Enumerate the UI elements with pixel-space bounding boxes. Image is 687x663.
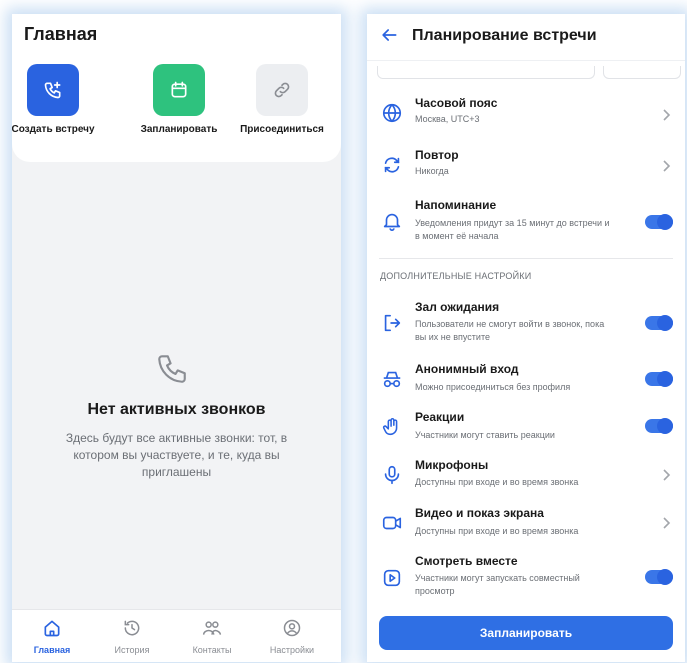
reactions-title: Реакции xyxy=(415,410,465,424)
join-tile[interactable] xyxy=(256,64,308,116)
join-action[interactable]: Присоединиться xyxy=(227,64,337,135)
anonymous-entry-toggle[interactable] xyxy=(645,371,673,387)
reactions-row[interactable]: Реакции Участники могут ставить реакции xyxy=(367,402,685,446)
planning-header: Планирование встречи xyxy=(367,14,685,61)
schedule-label: Запланировать xyxy=(140,124,218,135)
empty-state-title: Нет активных звонков xyxy=(87,401,266,418)
reminder-title: Напоминание xyxy=(415,198,497,212)
chevron-right-icon xyxy=(663,109,671,121)
chevron-right-icon xyxy=(663,160,671,172)
microphones-row[interactable]: Микрофоны Доступны при входе и во время … xyxy=(367,450,685,494)
divider xyxy=(379,258,673,259)
phone-plus-icon xyxy=(44,81,61,99)
page-title: Планирование встречи xyxy=(412,27,597,44)
video-row[interactable]: Видео и показ экрана Доступны при входе … xyxy=(367,498,685,542)
reminder-row[interactable]: Напоминание Уведомления придут за 15 мин… xyxy=(367,192,685,252)
tab-home-label: Главная xyxy=(33,645,71,655)
repeat-icon xyxy=(384,157,400,173)
tab-settings[interactable]: Настройки xyxy=(252,618,332,655)
schedule-tile[interactable] xyxy=(153,64,205,116)
microphones-title: Микрофоны xyxy=(415,458,489,472)
join-label: Присоединиться xyxy=(240,124,324,135)
timezone-row[interactable]: Часовой пояс Москва, UTC+3 xyxy=(367,92,685,136)
home-screen: Главная Создать встречу Запланировать Пр… xyxy=(12,14,341,662)
tab-contacts-label: Контакты xyxy=(192,645,232,655)
tab-home[interactable]: Главная xyxy=(12,618,92,655)
page-title: Главная xyxy=(24,24,98,44)
watch-together-row[interactable]: Смотреть вместе Участники могут запускат… xyxy=(367,546,685,604)
tab-history-label: История xyxy=(114,645,150,655)
watch-together-toggle[interactable] xyxy=(645,569,673,585)
hand-wave-icon xyxy=(382,418,398,436)
microphones-description: Доступны при входе и во время звонка xyxy=(415,477,579,487)
microphone-icon xyxy=(384,465,400,485)
home-header-card: Главная Создать встречу Запланировать Пр… xyxy=(12,14,341,162)
reminder-description: Уведомления придут за 15 минут до встреч… xyxy=(415,218,610,241)
schedule-action[interactable]: Запланировать xyxy=(124,64,234,135)
chevron-right-icon xyxy=(663,469,671,481)
back-arrow-icon[interactable] xyxy=(379,25,399,45)
bottom-action-bar: Запланировать xyxy=(367,612,685,662)
link-icon xyxy=(274,82,290,98)
video-title: Видео и показ экрана xyxy=(415,506,544,520)
calendar-icon xyxy=(171,81,187,98)
play-square-icon xyxy=(383,569,401,587)
schedule-button[interactable]: Запланировать xyxy=(379,616,673,650)
bell-icon xyxy=(383,213,401,231)
time-field-fragment[interactable] xyxy=(603,66,681,79)
phone-icon xyxy=(158,355,186,383)
create-meeting-tile[interactable] xyxy=(27,64,79,116)
tab-history[interactable]: История xyxy=(92,618,172,655)
anonymous-entry-row[interactable]: Анонимный вход Можно присоединиться без … xyxy=(367,354,685,398)
watch-together-title: Смотреть вместе xyxy=(415,554,518,568)
incognito-icon xyxy=(383,371,401,388)
reminder-toggle[interactable] xyxy=(645,214,673,230)
create-meeting-label: Создать встречу xyxy=(12,124,95,135)
tab-contacts[interactable]: Контакты xyxy=(172,618,252,655)
settings-icon xyxy=(283,619,301,637)
home-icon xyxy=(44,620,60,637)
repeat-title: Повтор xyxy=(415,148,459,162)
waiting-room-toggle[interactable] xyxy=(645,315,673,331)
bottom-tab-bar: Главная История Контакты Настройки xyxy=(12,609,341,662)
repeat-value: Никогда xyxy=(415,166,449,176)
enter-icon xyxy=(384,314,401,332)
contacts-icon xyxy=(202,621,222,635)
chevron-right-icon xyxy=(663,517,671,529)
create-meeting-action[interactable]: Создать встречу xyxy=(12,64,108,135)
repeat-row[interactable]: Повтор Никогда xyxy=(367,142,685,186)
date-field-fragment[interactable] xyxy=(377,66,595,79)
anonymous-entry-title: Анонимный вход xyxy=(415,362,519,376)
timezone-title: Часовой пояс xyxy=(415,96,498,110)
planning-screen: Планирование встречи Часовой пояс Москва… xyxy=(367,14,685,662)
globe-icon xyxy=(382,103,402,123)
timezone-value: Москва, UTC+3 xyxy=(415,114,480,124)
section-title: ДОПОЛНИТЕЛЬНЫЕ НАСТРОЙКИ xyxy=(380,271,532,281)
waiting-room-description: Пользователи не смогут войти в звонок, п… xyxy=(415,319,605,342)
reactions-toggle[interactable] xyxy=(645,418,673,434)
reactions-description: Участники могут ставить реакции xyxy=(415,430,555,440)
video-description: Доступны при входе и во время звонка xyxy=(415,526,579,536)
anonymous-entry-description: Можно присоединиться без профиля xyxy=(415,382,571,392)
waiting-room-row[interactable]: Зал ожидания Пользователи не смогут войт… xyxy=(367,294,685,348)
empty-state-description: Здесь будут все активные звонки: тот, в … xyxy=(65,431,288,479)
history-icon xyxy=(124,620,140,636)
waiting-room-title: Зал ожидания xyxy=(415,300,500,314)
tab-settings-label: Настройки xyxy=(269,645,315,655)
video-icon xyxy=(382,516,402,530)
watch-together-description: Участники могут запускать совместный про… xyxy=(415,573,580,596)
